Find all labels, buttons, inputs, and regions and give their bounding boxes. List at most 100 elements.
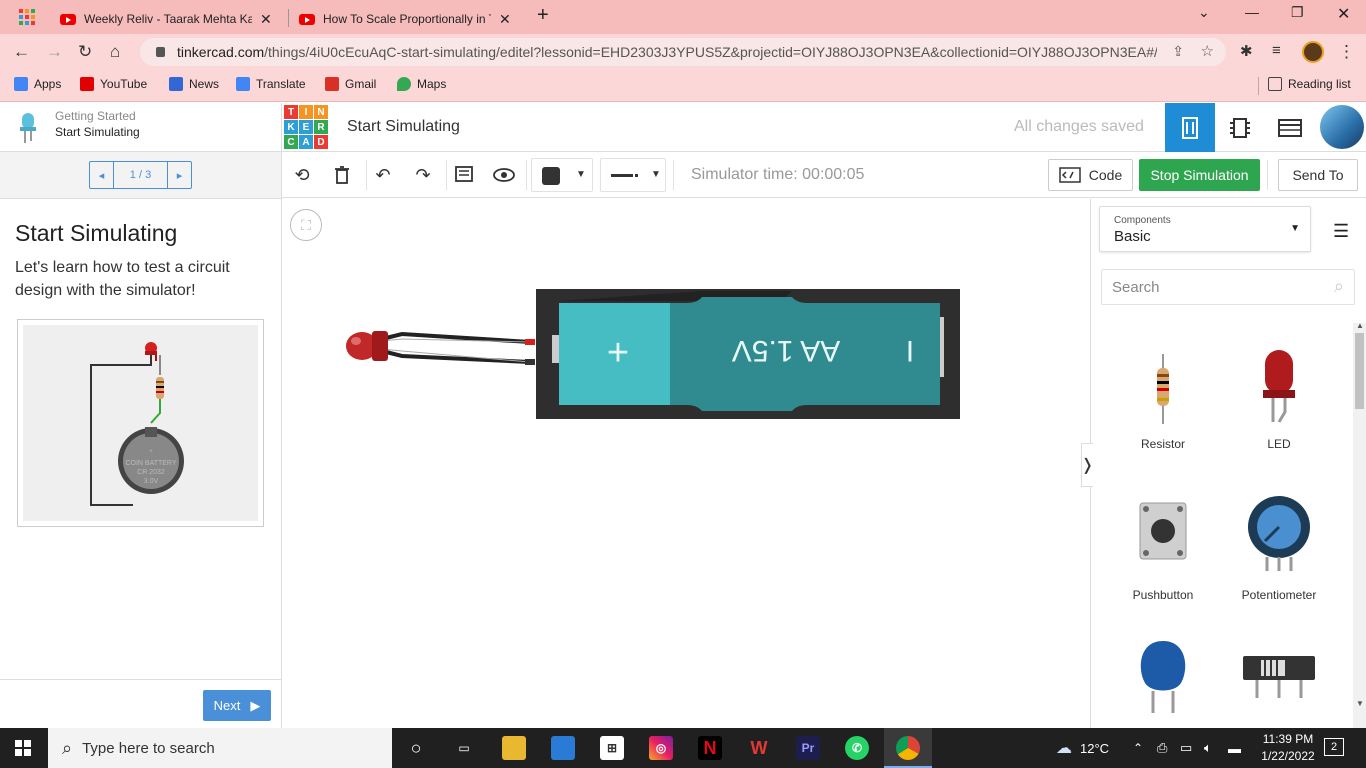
search-icon[interactable]: ⌕	[1334, 276, 1344, 297]
undo-icon[interactable]: ↶	[370, 162, 396, 188]
component-led[interactable]: LED	[1224, 344, 1334, 451]
components-label: Components	[1114, 215, 1171, 226]
lesson-pager-bar: ◂ 1 / 3 ▸	[0, 152, 281, 199]
browser-menu-icon[interactable]: ⋮	[1338, 42, 1355, 62]
components-panel: ❭ Components Basic ▼ ☰ Search ⌕ Resistor…	[1081, 199, 1366, 728]
url-field[interactable]: tinkercad.com/things/4iU0cEcuAqC-start-s…	[140, 38, 1226, 66]
minimize-button[interactable]: —	[1245, 4, 1259, 20]
next-button[interactable]: Next ▶	[203, 690, 271, 721]
stop-simulation-button[interactable]: Stop Simulation	[1139, 159, 1260, 191]
rotate-icon[interactable]: ⟲	[289, 162, 315, 188]
visibility-eye-icon[interactable]	[491, 162, 517, 188]
panel-scrollbar[interactable]: ▲ ▼	[1353, 321, 1366, 728]
next-step-arrow[interactable]: ▸	[167, 162, 191, 188]
color-picker[interactable]: ▼	[531, 158, 593, 192]
bookmark-youtube[interactable]: YouTube	[80, 77, 147, 91]
chevron-down-icon: ▼	[576, 169, 586, 180]
youtube-icon	[80, 77, 94, 91]
collapse-panel-icon[interactable]: ❭	[1081, 443, 1094, 487]
file-explorer-icon[interactable]	[502, 736, 526, 760]
netflix-icon[interactable]: N	[698, 736, 722, 760]
battery-holder[interactable]: + AA 1.5V I	[536, 289, 960, 419]
scroll-thumb[interactable]	[1355, 333, 1364, 409]
circuit-drawing: + AA 1.5V I	[346, 289, 960, 419]
volume-icon[interactable]: 🔈︎	[1204, 728, 1212, 768]
redo-icon[interactable]: ↷	[410, 162, 436, 188]
component-slideswitch[interactable]	[1224, 654, 1334, 703]
browser-tab-1[interactable]: Weekly Reliv - Taarak Mehta Ka C ✕	[50, 4, 282, 34]
notes-icon[interactable]	[451, 162, 477, 188]
close-tab-icon[interactable]: ✕	[499, 11, 511, 28]
lesson-crumb-parent[interactable]: Getting Started	[55, 109, 136, 123]
delete-icon[interactable]	[329, 162, 355, 188]
led-component[interactable]	[346, 331, 531, 364]
bookmark-news[interactable]: News	[169, 77, 219, 91]
new-tab-button[interactable]: +	[537, 4, 549, 27]
profile-avatar[interactable]	[1302, 41, 1324, 63]
media-control-icon[interactable]: ≡	[1272, 42, 1281, 59]
bookmark-star-icon[interactable]: ☆	[1201, 42, 1214, 60]
premiere-pro-icon[interactable]: Pr	[796, 736, 820, 760]
send-to-button[interactable]: Send To	[1278, 159, 1358, 191]
wps-office-icon[interactable]: W	[747, 736, 771, 760]
component-list-view-button[interactable]	[1265, 103, 1315, 152]
wire-style-picker[interactable]: ▼	[600, 158, 666, 192]
task-view-icon[interactable]: ▭	[452, 736, 476, 760]
whatsapp-icon[interactable]: ✆	[845, 736, 869, 760]
tinkercad-logo[interactable]: TIN KER CAD	[284, 105, 328, 149]
windows-start-icon[interactable]	[15, 740, 31, 756]
extensions-icon[interactable]: ✱	[1240, 42, 1253, 60]
clock[interactable]: 11:39 PM 1/22/2022	[1253, 731, 1323, 765]
logo-letter: R	[314, 120, 328, 134]
share-icon[interactable]: ⇪	[1172, 43, 1184, 60]
list-view-icon[interactable]: ☰	[1333, 221, 1349, 242]
bookmark-gmail[interactable]: Gmail	[325, 77, 376, 91]
taskbar-search[interactable]: ⌕ Type here to search	[48, 728, 392, 768]
weather-widget[interactable]: ☁ 12°C	[1056, 728, 1109, 768]
component-potentiometer[interactable]: Potentiometer	[1224, 495, 1334, 602]
meet-now-icon[interactable]: ⎙	[1157, 728, 1167, 768]
maximize-button[interactable]: ❐	[1291, 4, 1304, 21]
scroll-down-arrow[interactable]: ▼	[1356, 699, 1364, 708]
tab-title: How To Scale Proportionally in Ti	[323, 12, 491, 26]
user-avatar[interactable]	[1320, 105, 1364, 149]
tab-search-icon[interactable]: ⌄	[1198, 4, 1210, 21]
photos-icon[interactable]	[551, 736, 575, 760]
show-hidden-icons[interactable]: ⌃	[1133, 728, 1143, 768]
circuit-view-button[interactable]	[1165, 103, 1215, 152]
scroll-up-arrow[interactable]: ▲	[1356, 321, 1364, 330]
reload-icon[interactable]: ↻	[78, 42, 92, 62]
back-icon[interactable]: ←	[13, 42, 30, 62]
component-capacitor[interactable]	[1108, 639, 1218, 718]
close-tab-icon[interactable]: ✕	[260, 11, 272, 28]
weather-cloud-icon: ☁	[1056, 740, 1072, 757]
schematic-view-button[interactable]	[1215, 103, 1265, 152]
close-window-button[interactable]: ✕	[1337, 4, 1350, 24]
component-pushbutton[interactable]: Pushbutton	[1108, 495, 1218, 602]
chevron-down-icon: ▼	[651, 169, 661, 180]
bookmark-apps[interactable]: Apps	[14, 77, 61, 91]
reading-list-button[interactable]: Reading list	[1268, 77, 1351, 91]
forward-icon[interactable]: →	[46, 42, 63, 62]
components-dropdown[interactable]: Components Basic ▼	[1099, 206, 1311, 252]
lock-icon	[156, 47, 165, 57]
prev-step-button[interactable]: ◂	[90, 162, 114, 188]
browser-tab-2[interactable]: How To Scale Proportionally in Ti ✕	[289, 4, 521, 34]
bookmark-maps[interactable]: Maps	[397, 77, 446, 91]
circuit-canvas[interactable]: ⛶ + AA 1.5V I	[282, 199, 1090, 728]
cortana-icon[interactable]: ○	[404, 736, 428, 760]
design-title[interactable]: Start Simulating	[347, 118, 460, 136]
bookmark-translate[interactable]: Translate	[236, 77, 306, 91]
battery-tray-icon[interactable]: ▬	[1228, 728, 1241, 768]
instagram-icon[interactable]: ◎	[649, 736, 673, 760]
battery-preview-label: COIN BATTERY	[125, 460, 176, 467]
component-search-input[interactable]: Search ⌕	[1101, 269, 1355, 305]
home-icon[interactable]: ⌂	[110, 42, 120, 62]
code-button[interactable]: Code	[1048, 159, 1133, 191]
notifications-button[interactable]: 2	[1324, 738, 1344, 756]
apps-grid-icon[interactable]	[19, 9, 35, 25]
network-icon[interactable]: ▭	[1180, 728, 1192, 768]
component-resistor[interactable]: Resistor	[1108, 344, 1218, 451]
chrome-taskbar-button[interactable]	[884, 728, 932, 768]
microsoft-store-icon[interactable]: ⊞	[600, 736, 624, 760]
